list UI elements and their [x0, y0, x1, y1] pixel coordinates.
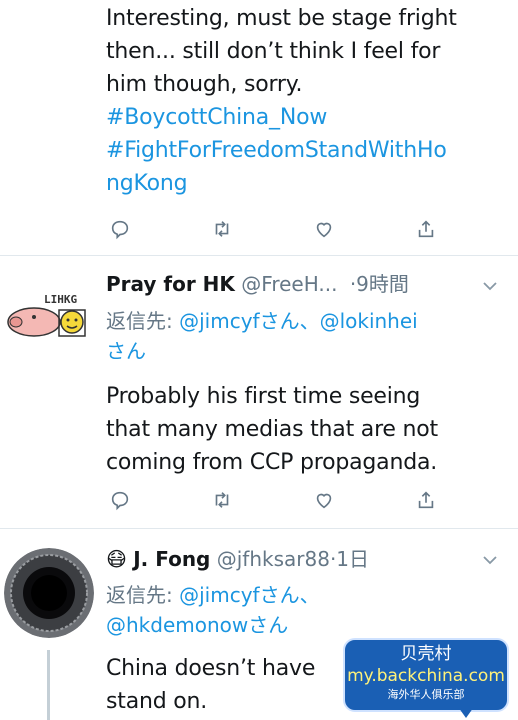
- reply-to: 返信先: @jimcyfさん、 @hkdemonowさん: [106, 580, 320, 640]
- user-handle[interactable]: @FreeH...: [241, 272, 337, 296]
- avatar[interactable]: [4, 548, 94, 638]
- reply-to: 返信先: @jimcyfさん、@lokinhei さん: [106, 306, 418, 366]
- like-icon[interactable]: [310, 486, 338, 514]
- share-icon[interactable]: [412, 486, 440, 514]
- avatar-logo-text: LIHKG: [44, 293, 77, 306]
- display-name[interactable]: Pray for HK: [106, 272, 235, 296]
- display-name[interactable]: J. Fong: [133, 547, 210, 571]
- reply-mentions[interactable]: @jimcyfさん、: [179, 583, 319, 607]
- hashtag-link[interactable]: #FightForFreedomStandWithHo: [106, 134, 457, 167]
- timestamp[interactable]: ·1日: [330, 547, 369, 571]
- reply-icon[interactable]: [106, 486, 134, 514]
- watermark-tail: [456, 704, 476, 718]
- watermark-url: my.backchina.com: [347, 666, 505, 686]
- chevron-down-icon[interactable]: [480, 276, 500, 296]
- reply-prefix: 返信先:: [106, 583, 173, 607]
- tweet-2-line: coming from CCP propaganda.: [106, 450, 438, 475]
- tweet-2-line: Probably his first time seeing: [106, 384, 421, 409]
- tweet-1-text: Interesting, must be stage fright then..…: [106, 2, 457, 200]
- reply-mentions-2[interactable]: @hkdemonowさん: [106, 610, 320, 640]
- hashtag-link[interactable]: #BoycottChina_Now: [106, 101, 457, 134]
- reply-prefix: 返信先:: [106, 309, 173, 333]
- tweet-3-line: stand on.: [106, 689, 208, 714]
- like-icon[interactable]: [310, 215, 338, 243]
- chevron-down-icon[interactable]: [480, 550, 500, 570]
- tweet-2-text: Probably his first time seeing that many…: [106, 380, 438, 479]
- divider: [0, 255, 518, 256]
- reply-icon[interactable]: [106, 215, 134, 243]
- tweet-1-line: him though, sorry.: [106, 72, 303, 97]
- tweet-1-actions: [106, 215, 446, 245]
- tweet-3-line: China doesn’t have: [106, 656, 316, 681]
- reply-mentions[interactable]: @jimcyfさん、@lokinhei: [179, 309, 418, 333]
- timestamp[interactable]: ·9時間: [350, 272, 409, 296]
- divider: [0, 528, 518, 529]
- thread-line: [47, 650, 50, 720]
- tweet-2-line: that many medias that are not: [106, 417, 438, 442]
- tweet-1-line: Interesting, must be stage fright: [106, 6, 457, 31]
- retweet-icon[interactable]: [208, 486, 236, 514]
- reply-mentions-tail[interactable]: さん: [106, 336, 418, 366]
- tweet-3-text: China doesn’t have stand on.: [106, 652, 315, 718]
- watermark-title: 贝壳村: [400, 644, 452, 664]
- mask-emoji-icon: 😷: [106, 547, 127, 571]
- share-icon[interactable]: [412, 215, 440, 243]
- watermark-subtitle: 海外华人俱乐部: [387, 688, 465, 701]
- tweet-1-line: then... still don’t think I feel for: [106, 39, 441, 64]
- hashtag-link[interactable]: ngKong: [106, 167, 457, 200]
- tweet-3-header: 😷 J. Fong @jfhksar88·1日: [106, 545, 369, 573]
- retweet-icon[interactable]: [208, 215, 236, 243]
- tweet-2-header: Pray for HK @FreeH... ·9時間: [106, 270, 409, 298]
- tweet-2-actions: [106, 486, 446, 516]
- avatar[interactable]: LIHKG: [4, 290, 96, 342]
- user-handle[interactable]: @jfhksar88: [217, 547, 330, 571]
- watermark-badge: 贝壳村 my.backchina.com 海外华人俱乐部: [343, 638, 509, 712]
